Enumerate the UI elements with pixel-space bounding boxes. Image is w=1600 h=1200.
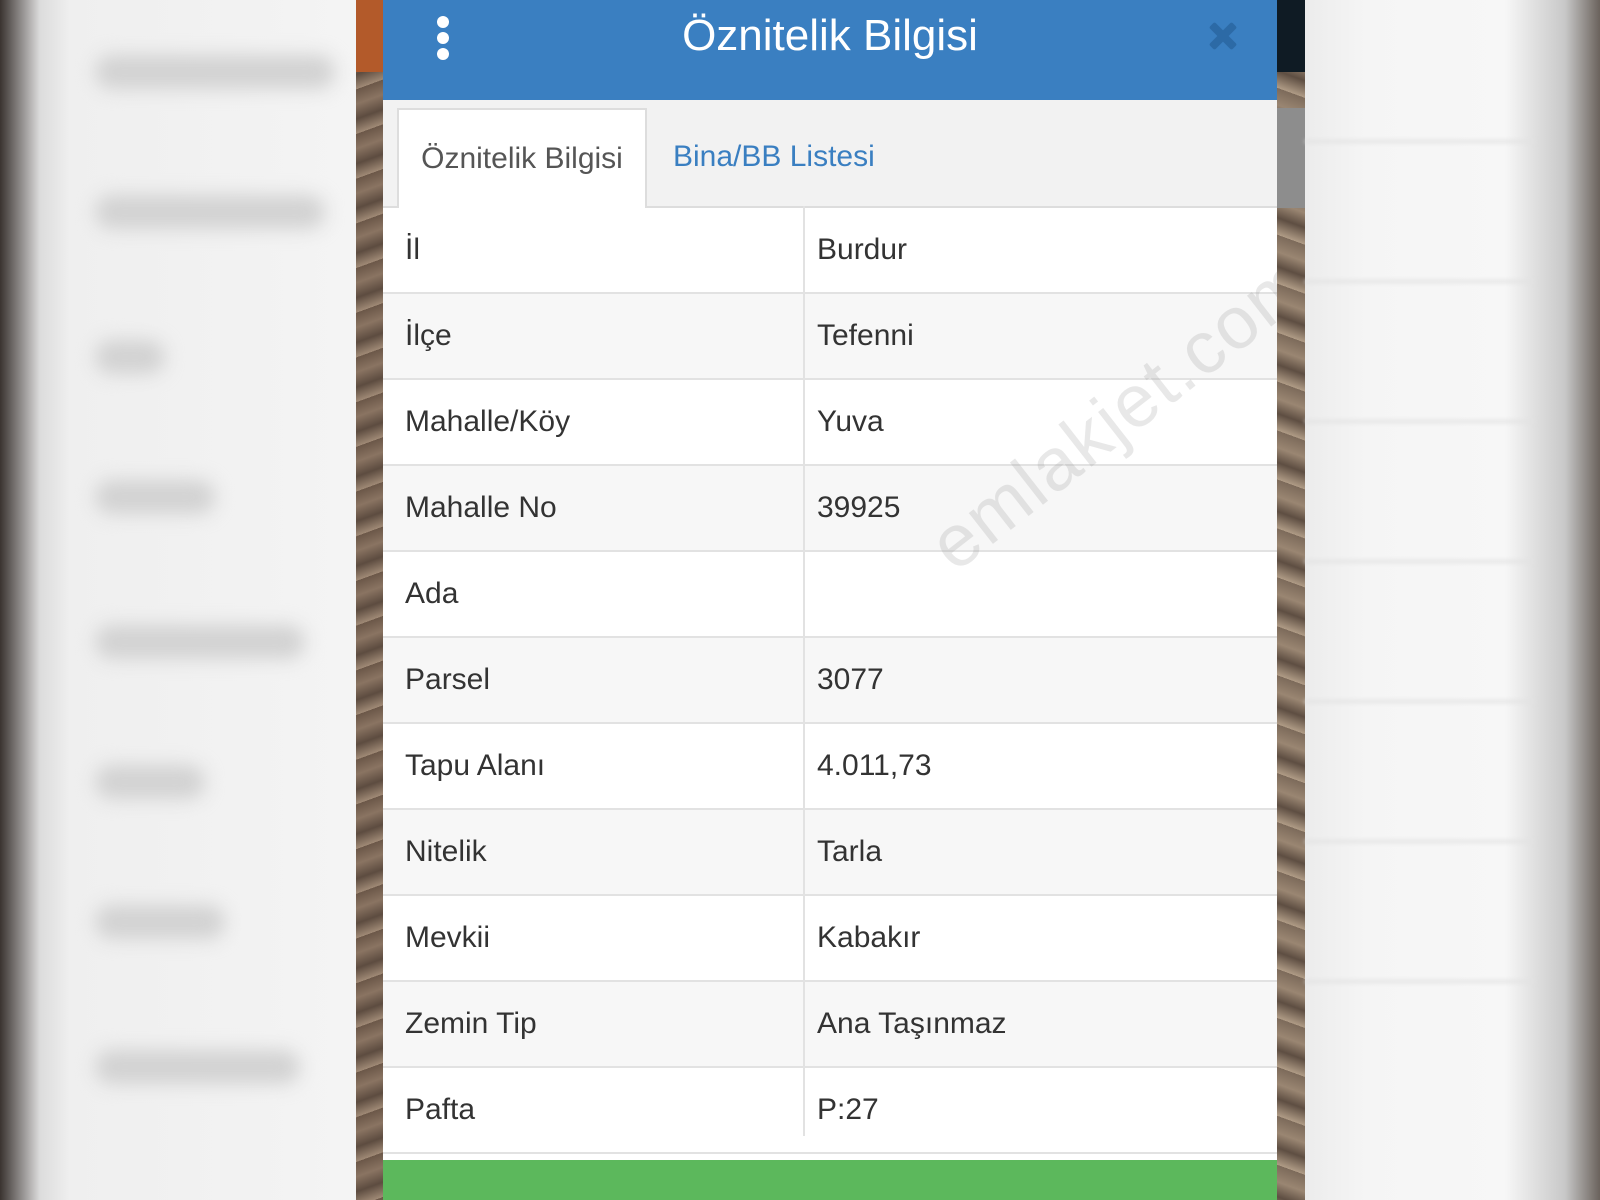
blurred-text [95,480,215,514]
blurred-text [95,905,225,939]
attribute-value: Burdur [817,233,908,266]
attribute-key: Zemin Tip [405,1007,537,1040]
blurred-divider [1305,980,1535,983]
tab-building-list[interactable]: Bina/BB Listesi [673,108,875,206]
blurred-text [95,55,335,89]
map-tile [1277,0,1305,72]
attribute-info-dialog: Öznitelik Bilgisi Öznitelik Bilgisi Bina… [383,0,1277,1200]
scrollbar-thumb[interactable] [1277,108,1305,208]
table-row: Zemin Tip Ana Taşınmaz [383,982,1277,1068]
attribute-key: Mevkii [405,921,491,954]
table-row: Mahalle No 39925 [383,466,1277,552]
blurred-text [95,765,205,799]
blurred-divider [1305,840,1535,843]
table-row: İl Burdur [383,208,1277,294]
attribute-value: 4.011,73 [817,749,932,782]
blurred-text [95,625,305,659]
table-row: Ada [383,552,1277,638]
attribute-value: Yuva [817,405,884,438]
blurred-divider [1305,420,1535,423]
table-row: Parsel 3077 [383,638,1277,724]
background-right-panel [1305,0,1600,1200]
blurred-divider [1305,560,1535,563]
attribute-key: Parsel [405,663,491,696]
blurred-divider [1305,700,1535,703]
attribute-key: Ada [405,577,459,610]
attribute-key: İlçe [405,319,452,352]
map-tile [356,0,383,72]
table-row: Mahalle/Köy Yuva [383,380,1277,466]
background-left-panel [0,0,356,1200]
attribute-value: Ana Taşınmaz [817,1007,1007,1040]
attribute-value: 39925 [817,491,901,524]
attribute-value: Kabakır [817,921,921,954]
tab-attribute-info[interactable]: Öznitelik Bilgisi [397,108,647,208]
blurred-text [95,195,325,229]
dialog-footer-bar[interactable] [383,1160,1277,1200]
column-divider [803,206,805,1136]
table-row: Nitelik Tarla [383,810,1277,896]
attribute-key: Mahalle/Köy [405,405,571,438]
attribute-value: P:27 [817,1093,879,1126]
attribute-value: Tarla [817,835,883,868]
blurred-text [95,1050,300,1084]
attribute-key: Nitelik [405,835,487,868]
table-row: Pafta P:27 [383,1068,1277,1154]
blurred-divider [1305,280,1535,283]
blurred-divider [1305,140,1535,143]
map-background-left [356,0,383,1200]
table-row: Tapu Alanı 4.011,73 [383,724,1277,810]
blurred-text [95,340,165,374]
attribute-key: Mahalle No [405,491,557,524]
attribute-table: İl Burdur İlçe Tefenni Mahalle/Köy Yuva … [383,206,1277,1154]
table-row: Mevkii Kabakır [383,896,1277,982]
table-row: İlçe Tefenni [383,294,1277,380]
close-icon[interactable] [1205,18,1241,54]
attribute-key: Tapu Alanı [405,749,546,782]
dialog-header: Öznitelik Bilgisi [383,0,1277,100]
attribute-value [805,552,1277,636]
dialog-title: Öznitelik Bilgisi [682,11,978,60]
attribute-value: 3077 [817,663,884,696]
tab-bar: Öznitelik Bilgisi Bina/BB Listesi [383,100,1277,208]
attribute-value: Tefenni [817,319,914,352]
attribute-key: İl [405,233,420,266]
attribute-key: Pafta [405,1093,476,1126]
map-background-right [1277,0,1305,1200]
